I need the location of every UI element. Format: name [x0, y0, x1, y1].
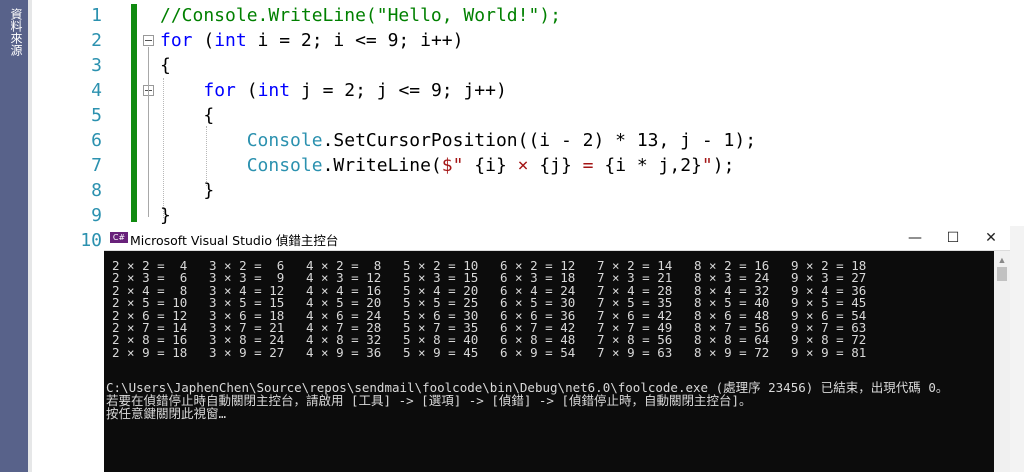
console-vertical-scrollbar[interactable]: ▲ — [994, 251, 1010, 472]
code-token: Console — [246, 130, 323, 151]
code-token: i = 2; i <= 9; i++) — [246, 30, 464, 51]
multiplication-result: 3 × 9 = 27 — [209, 344, 285, 360]
code-line[interactable]: } — [160, 178, 214, 203]
line-number: 1 — [91, 5, 102, 26]
multiplication-result: 8 × 9 = 72 — [694, 344, 770, 360]
press-any-key-message: 按任意鍵關閉此視窗… — [106, 406, 227, 421]
code-token: { — [160, 105, 215, 126]
code-line[interactable]: for (int j = 2; j <= 9; j++) — [160, 78, 507, 103]
code-token: {i * j,2} — [604, 155, 702, 176]
console-title: Microsoft Visual Studio 偵錯主控台 — [130, 233, 339, 248]
multiplication-result: 4 × 9 = 36 — [306, 344, 382, 360]
side-panel: 資料來源 — [0, 0, 28, 472]
code-token: ( — [192, 30, 215, 51]
code-token: .WriteLine( — [322, 155, 442, 176]
multiplication-result: 2 × 9 = 18 — [112, 344, 188, 360]
code-token: } — [160, 205, 171, 226]
code-line[interactable]: { — [160, 53, 171, 78]
multiplication-result: 9 × 9 = 81 — [791, 344, 867, 360]
multiplication-result: 6 × 9 = 54 — [500, 344, 576, 360]
editor-vertical-scrollbar[interactable] — [1010, 226, 1024, 472]
line-number: 4 — [91, 80, 102, 101]
line-number: 8 — [91, 180, 102, 201]
multiplication-result: 7 × 9 = 63 — [597, 344, 673, 360]
code-token: {i} — [474, 155, 507, 176]
console-title-bar[interactable]: C# Microsoft Visual Studio 偵錯主控台 — ☐ ✕ — [104, 226, 1010, 251]
minimize-button[interactable]: — — [896, 226, 934, 250]
code-token: $" — [441, 155, 475, 176]
line-number: 7 — [91, 155, 102, 176]
code-line[interactable]: { — [160, 103, 214, 128]
scrollbar-thumb[interactable] — [997, 267, 1007, 281]
line-number: 3 — [91, 55, 102, 76]
console-output-row: 2 × 9 = 18 3 × 9 = 27 4 × 9 = 36 5 × 9 = 45… — [104, 344, 994, 360]
side-panel-tab-data-sources[interactable]: 資料來源 — [5, 8, 23, 56]
code-token: ( — [235, 80, 258, 101]
close-button[interactable]: ✕ — [972, 226, 1010, 250]
debug-console-window[interactable]: C# Microsoft Visual Studio 偵錯主控台 — ☐ ✕ 2… — [104, 226, 1010, 472]
maximize-button[interactable]: ☐ — [934, 226, 972, 250]
code-line[interactable]: //Console.WriteLine("Hello, World!"); — [160, 3, 561, 28]
code-token: ); — [712, 155, 735, 176]
code-line[interactable]: Console.WriteLine($" {i} × {j} = {i * j,… — [160, 153, 735, 178]
code-token: int — [214, 30, 247, 51]
multiplication-result: 5 × 9 = 45 — [403, 344, 479, 360]
code-token: int — [257, 80, 291, 101]
line-number: 9 — [91, 205, 102, 226]
code-line[interactable]: Console.SetCursorPosition((i - 2) * 13, … — [160, 128, 756, 153]
code-token: = — [571, 155, 605, 176]
code-token: " — [701, 155, 713, 176]
code-token: Console — [246, 155, 323, 176]
code-token: for — [160, 30, 193, 51]
code-token: {j} — [539, 155, 572, 176]
code-line[interactable]: for (int i = 2; i <= 9; i++) — [160, 28, 463, 53]
line-number: 6 — [91, 130, 102, 151]
line-number: 2 — [91, 30, 102, 51]
fold-collapse-icon[interactable] — [143, 35, 154, 46]
code-token: //Console.WriteLine("Hello, World!"); — [160, 5, 561, 26]
code-line[interactable]: } — [160, 203, 171, 228]
scroll-up-arrow-icon[interactable]: ▲ — [994, 253, 1010, 267]
code-token: } — [160, 180, 215, 201]
fold-outline — [148, 47, 149, 217]
code-token: j = 2; j <= 9; j++) — [290, 80, 507, 101]
line-number: 10 — [80, 230, 102, 251]
line-number: 5 — [91, 105, 102, 126]
change-tracking-bar — [131, 4, 137, 222]
visual-studio-console-icon: C# — [110, 232, 128, 243]
code-token: for — [203, 80, 236, 101]
code-token: × — [506, 155, 540, 176]
code-token: .SetCursorPosition((i - 2) * 13, j - 1); — [322, 130, 757, 151]
code-token: { — [160, 55, 171, 76]
